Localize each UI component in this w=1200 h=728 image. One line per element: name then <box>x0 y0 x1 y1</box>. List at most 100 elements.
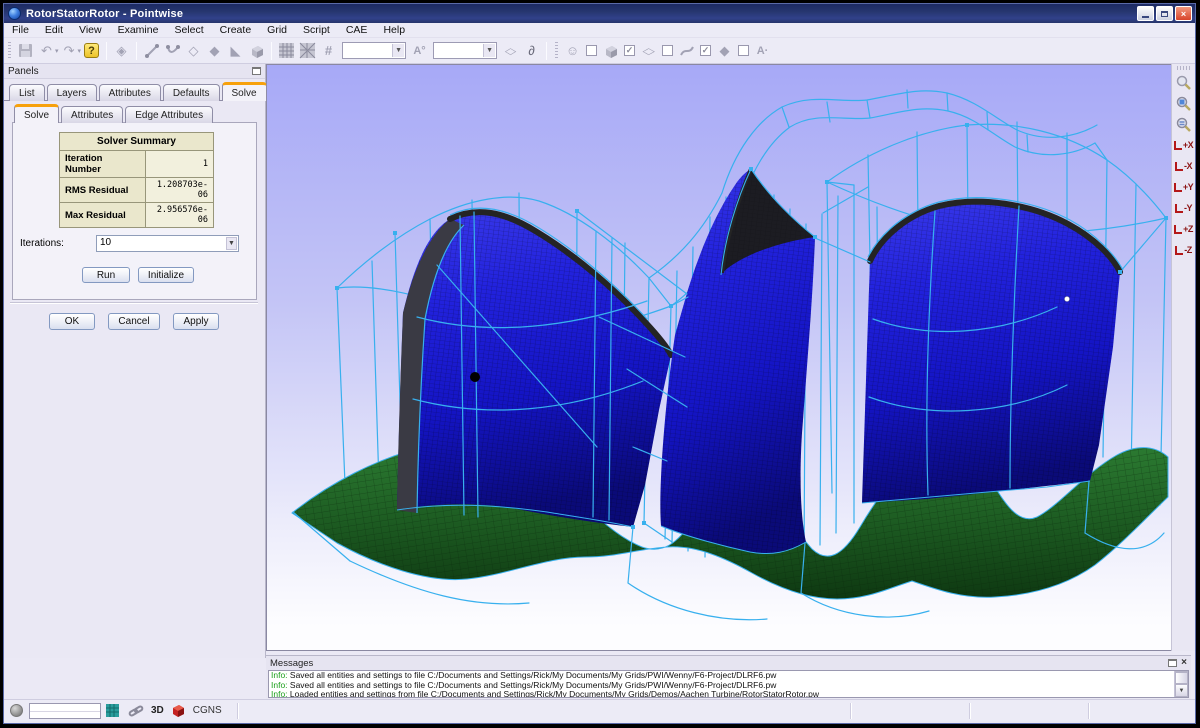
max-residual-value: 2.956576e-06 <box>146 203 214 228</box>
menu-script[interactable]: Script <box>295 23 338 37</box>
scroll-thumb[interactable] <box>1175 672 1188 684</box>
zoom-actual-icon[interactable] <box>1174 114 1194 134</box>
view-plus-z-button[interactable]: +Z <box>1173 219 1195 239</box>
menu-view[interactable]: View <box>71 23 110 37</box>
mask-connectors-checkbox[interactable] <box>662 45 673 56</box>
tab-attributes[interactable]: Attributes <box>99 84 161 101</box>
menu-select[interactable]: Select <box>166 23 211 37</box>
connector-tool-icon[interactable] <box>141 41 162 61</box>
curve-tool-icon[interactable] <box>162 41 183 61</box>
connector-mask-icon[interactable] <box>676 41 697 61</box>
axis-icon <box>1175 246 1183 255</box>
chevron-down-icon[interactable]: ▼ <box>483 44 495 57</box>
domain-filled-tool-icon[interactable]: ◆ <box>204 41 225 61</box>
save-icon[interactable] <box>15 41 36 61</box>
toolbar: ↶▾ ↷▾ ? ◈ ◇ ◆ ◣ # ▼ A° ▼ ◇ ∂ <box>4 38 1195 64</box>
turbine-mesh-scene <box>267 65 1177 659</box>
unstructured-grid-icon[interactable] <box>297 41 318 61</box>
help-icon[interactable]: ? <box>81 41 102 61</box>
run-button[interactable]: Run <box>82 267 130 283</box>
blade-left <box>397 208 671 527</box>
mask-databases-checkbox[interactable]: ✓ <box>700 45 711 56</box>
dimension-combobox[interactable]: ▼ <box>342 42 406 59</box>
undo-icon[interactable]: ↶ <box>36 41 57 61</box>
command-input[interactable] <box>29 703 101 719</box>
tab-defaults[interactable]: Defaults <box>163 84 220 101</box>
ok-button[interactable]: OK <box>49 313 95 330</box>
view-plus-y-button[interactable]: +Y <box>1173 177 1195 197</box>
tab-layers[interactable]: Layers <box>47 84 97 101</box>
float-panel-icon[interactable] <box>252 67 261 75</box>
tab-solve[interactable]: Solve <box>222 82 267 101</box>
viewport-3d[interactable] <box>266 64 1176 651</box>
iterations-combobox[interactable]: 10 ▼ <box>96 235 239 252</box>
axis-icon <box>1175 162 1183 171</box>
cancel-button[interactable]: Cancel <box>108 313 160 330</box>
mask-icon[interactable]: ☺ <box>562 41 583 61</box>
menu-cae[interactable]: CAE <box>338 23 376 37</box>
panels-sidebar: Panels List Layers Attributes Defaults S… <box>4 64 266 658</box>
log-scrollbar[interactable]: ▲ ▼ <box>1174 671 1188 697</box>
mask-toolbar-drag-handle[interactable] <box>555 42 558 60</box>
menu-file[interactable]: File <box>4 23 37 37</box>
zoom-selection-icon[interactable] <box>1174 72 1194 92</box>
mask-domains-checkbox[interactable]: ✓ <box>624 45 635 56</box>
restore-button[interactable] <box>1156 6 1173 21</box>
float-panel-icon[interactable] <box>1168 659 1177 667</box>
close-icon[interactable]: × <box>1181 659 1187 667</box>
close-button[interactable]: × <box>1175 6 1192 21</box>
rms-residual-value: 1.208703e-06 <box>146 178 214 203</box>
panel-tabbar: List Layers Attributes Defaults Solve <box>9 82 269 101</box>
view-minus-z-button[interactable]: -Z <box>1173 240 1195 260</box>
database-mask-icon[interactable]: ◆ <box>714 41 735 61</box>
view-minus-y-button[interactable]: -Y <box>1173 198 1195 218</box>
status-bar: 3D CGNS <box>4 699 1195 721</box>
domain-mask-icon[interactable]: ◇ <box>638 45 659 56</box>
cae-solver-icon <box>171 703 186 718</box>
block-mask-icon[interactable] <box>600 41 621 61</box>
menu-examine[interactable]: Examine <box>110 23 167 37</box>
redo-icon[interactable]: ↷ <box>59 41 80 61</box>
blade-middle <box>660 169 815 554</box>
view-toolbar-drag-handle[interactable] <box>1177 66 1191 70</box>
subtab-attributes[interactable]: Attributes <box>61 106 123 123</box>
dimension-icon[interactable]: # <box>318 41 339 61</box>
menu-edit[interactable]: Edit <box>37 23 71 37</box>
chevron-down-icon[interactable]: ▼ <box>392 44 404 57</box>
dimension-mode-label: 3D <box>151 705 164 716</box>
project-icon[interactable]: ◇ <box>500 45 521 57</box>
app-icon <box>8 7 21 20</box>
menu-bar: File Edit View Examine Select Create Gri… <box>4 23 1195 38</box>
selected-point-marker <box>470 372 480 382</box>
view-minus-x-button[interactable]: -X <box>1173 156 1195 176</box>
initialize-button[interactable]: Initialize <box>138 267 194 283</box>
view-plus-x-button[interactable]: +X <box>1173 135 1195 155</box>
chevron-down-icon[interactable]: ▼ <box>226 237 237 250</box>
partial-derivative-icon[interactable]: ∂ <box>521 41 542 61</box>
title-bar[interactable]: RotorStatorRotor - Pointwise × <box>4 4 1195 23</box>
subtab-solve[interactable]: Solve <box>14 104 59 123</box>
message-log[interactable]: Info: Saved all entities and settings to… <box>268 670 1189 698</box>
menu-help[interactable]: Help <box>375 23 413 37</box>
subtab-edge-attributes[interactable]: Edge Attributes <box>125 106 213 123</box>
scroll-down-icon[interactable]: ▼ <box>1175 684 1188 697</box>
toolbar-drag-handle[interactable] <box>8 42 11 60</box>
tab-list[interactable]: List <box>9 84 45 101</box>
layers-icon[interactable]: ◈ <box>111 41 132 61</box>
angle-icon[interactable]: A° <box>409 41 430 61</box>
angle-combobox[interactable]: ▼ <box>433 42 497 59</box>
block-tool-icon[interactable] <box>246 41 267 61</box>
panels-header: Panels <box>4 64 265 79</box>
structured-grid-icon[interactable] <box>276 41 297 61</box>
mask-points-checkbox[interactable] <box>738 45 749 56</box>
menu-grid[interactable]: Grid <box>259 23 295 37</box>
point-mask-icon[interactable]: A· <box>752 41 773 61</box>
apply-button[interactable]: Apply <box>173 313 219 330</box>
messages-panel: Messages × Info: Saved all entities and … <box>266 655 1191 699</box>
domain-tool-icon[interactable]: ◇ <box>183 41 204 61</box>
unstructured-domain-tool-icon[interactable]: ◣ <box>225 41 246 61</box>
minimize-button[interactable] <box>1137 6 1154 21</box>
menu-create[interactable]: Create <box>212 23 260 37</box>
mask-blocks-checkbox[interactable] <box>586 45 597 56</box>
zoom-fit-icon[interactable] <box>1174 93 1194 113</box>
